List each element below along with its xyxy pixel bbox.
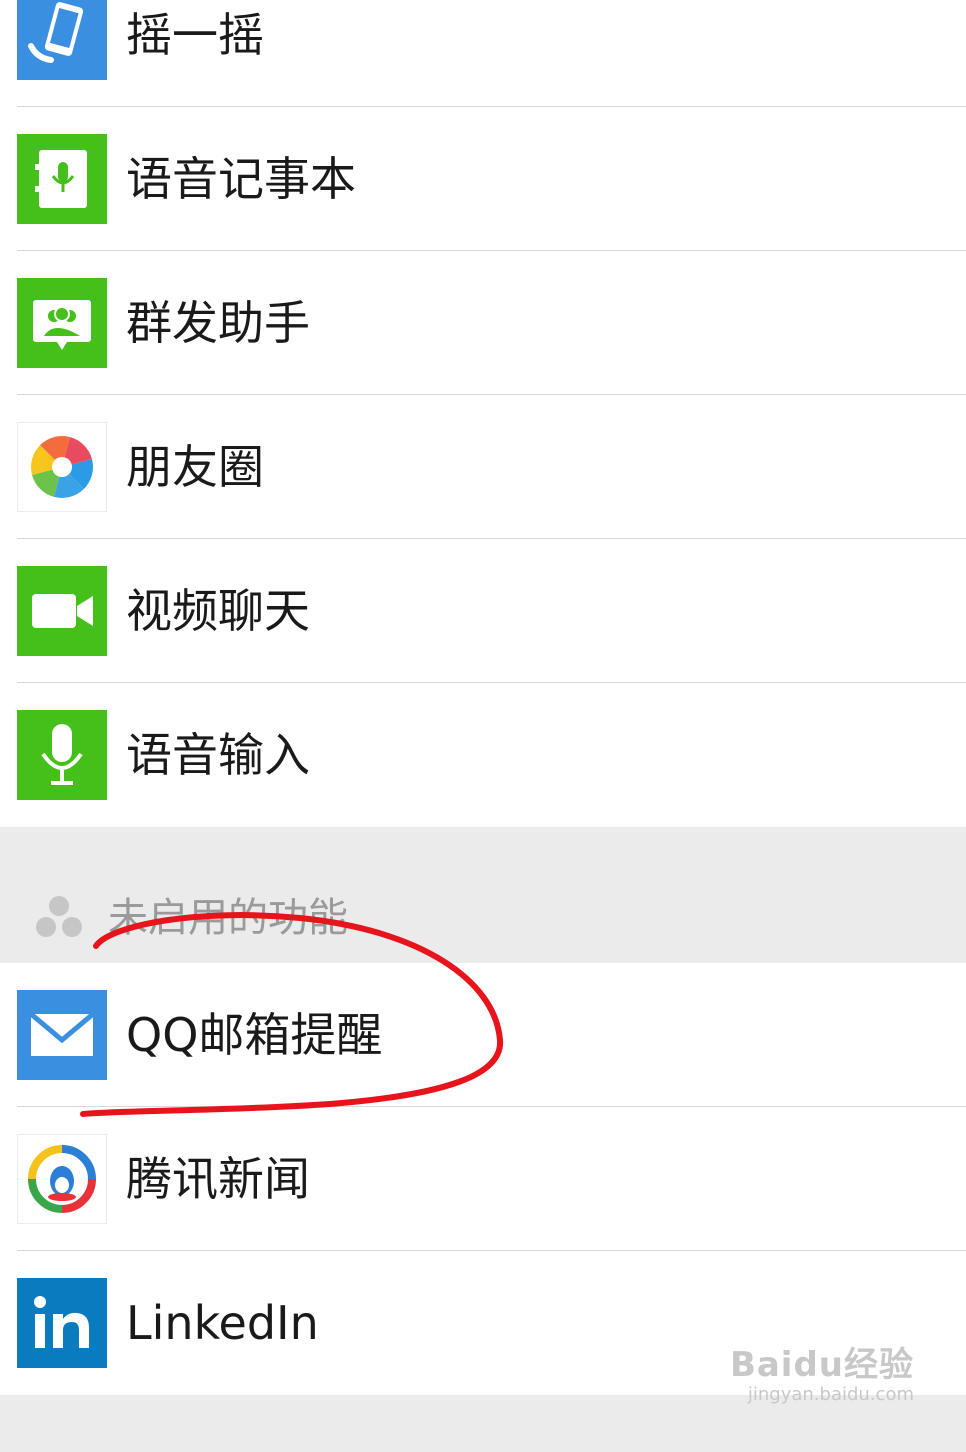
tencent-news-icon xyxy=(17,1134,107,1224)
feature-label: 朋友圈 xyxy=(126,440,264,494)
mail-envelope-icon xyxy=(17,990,107,1080)
feature-label: 语音记事本 xyxy=(126,152,356,206)
feature-row-voice-input[interactable]: 语音输入 xyxy=(0,683,966,827)
watermark-logo: Baidu经验 xyxy=(729,1345,914,1385)
disabled-features-list: QQ邮箱提醒 腾讯新闻 LinkedIn xyxy=(0,963,966,1395)
feature-label: 语音输入 xyxy=(126,728,310,782)
feature-row-tencent-news[interactable]: 腾讯新闻 xyxy=(0,1107,966,1251)
feature-row-qq-mail[interactable]: QQ邮箱提醒 xyxy=(0,963,966,1107)
group-dots-icon xyxy=(34,893,84,947)
voice-notepad-icon xyxy=(17,134,107,224)
feature-row-shake[interactable]: 摇一摇 xyxy=(0,0,966,107)
video-camera-icon xyxy=(17,566,107,656)
microphone-icon xyxy=(17,710,107,800)
watermark-url: jingyan.baidu.com xyxy=(747,1384,914,1405)
feature-label: 腾讯新闻 xyxy=(126,1152,310,1206)
feature-label: LinkedIn xyxy=(126,1296,319,1350)
linkedin-icon xyxy=(17,1278,107,1368)
section-title: 未启用的功能 xyxy=(108,895,348,941)
feature-row-moments[interactable]: 朋友圈 xyxy=(0,395,966,539)
shake-phone-icon xyxy=(17,0,107,80)
enabled-features-list: 摇一摇 语音记事本 群发助手 朋友圈 视频聊天 语音输入 xyxy=(0,0,966,827)
feature-label: 摇一摇 xyxy=(126,8,264,62)
broadcast-assistant-icon xyxy=(17,278,107,368)
feature-row-video-chat[interactable]: 视频聊天 xyxy=(0,539,966,683)
feature-row-broadcast[interactable]: 群发助手 xyxy=(0,251,966,395)
baidu-watermark: Baidu经验 jingyan.baidu.com xyxy=(730,1346,914,1406)
feature-label: QQ邮箱提醒 xyxy=(126,1008,383,1062)
feature-label: 视频聊天 xyxy=(126,584,310,638)
moments-aperture-icon xyxy=(17,422,107,512)
feature-row-voice-notepad[interactable]: 语音记事本 xyxy=(0,107,966,251)
feature-label: 群发助手 xyxy=(126,296,310,350)
